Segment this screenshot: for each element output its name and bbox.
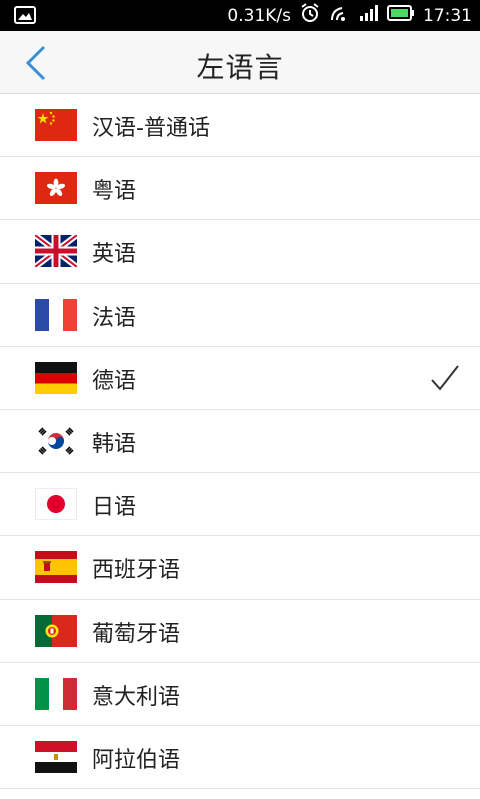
language-item-german[interactable]: 德语: [0, 347, 480, 410]
language-item-japanese[interactable]: 日语: [0, 473, 480, 537]
language-label: 德语: [92, 368, 137, 394]
germany-flag-icon: [35, 361, 77, 394]
language-label: 意大利语: [92, 684, 181, 710]
alarm-icon: [299, 2, 321, 29]
status-icons: 0.31K/s 17:31: [227, 0, 472, 31]
language-label: 葡萄牙语: [92, 621, 181, 647]
gallery-notification-icon: [14, 6, 36, 28]
language-item-spanish[interactable]: 西班牙语: [0, 536, 480, 600]
language-label: 汉语-普通话: [92, 116, 210, 141]
language-item-mandarin[interactable]: 汉语-普通话: [0, 94, 480, 158]
language-item-french[interactable]: 法语: [0, 284, 480, 347]
language-item-arabic[interactable]: 阿拉伯语: [0, 726, 480, 790]
language-label: 韩语: [92, 431, 137, 457]
network-speed: 0.31K/s: [227, 5, 291, 26]
language-label: 西班牙语: [92, 558, 181, 584]
language-item-cantonese[interactable]: 粤语: [0, 157, 480, 221]
wifi-icon: [329, 4, 351, 27]
language-item-korean[interactable]: 韩语: [0, 410, 480, 474]
language-list: 汉语-普通话 粤语 英语 法语 德语 韩语 日语 西班牙语 葡萄牙语 意大利语 …: [0, 94, 480, 790]
japan-flag-icon: [35, 488, 77, 521]
language-label: 法语: [92, 305, 137, 331]
header-bar: 左语言: [0, 31, 480, 94]
portugal-flag-icon: [35, 614, 77, 647]
egypt-flag-icon: [35, 740, 77, 773]
language-label: 英语: [92, 242, 137, 268]
france-flag-icon: [35, 298, 77, 331]
page-title: 左语言: [196, 51, 284, 84]
italy-flag-icon: [35, 677, 77, 710]
spain-flag-icon: [35, 551, 77, 584]
hong-kong-flag-icon: [35, 172, 77, 205]
uk-flag-icon: [35, 235, 77, 268]
language-item-portuguese[interactable]: 葡萄牙语: [0, 600, 480, 663]
china-flag-icon: [35, 109, 77, 141]
signal-icon: [359, 5, 379, 26]
checkmark-icon: [430, 364, 460, 392]
language-label: 粤语: [92, 179, 137, 205]
language-item-english[interactable]: 英语: [0, 220, 480, 284]
clock: 17:31: [423, 5, 472, 26]
battery-icon: [387, 5, 415, 26]
language-item-italian[interactable]: 意大利语: [0, 663, 480, 726]
language-label: 日语: [92, 495, 137, 521]
language-label: 阿拉伯语: [92, 747, 181, 773]
korea-flag-icon: [35, 424, 77, 457]
status-bar: 0.31K/s 17:31: [0, 0, 480, 31]
